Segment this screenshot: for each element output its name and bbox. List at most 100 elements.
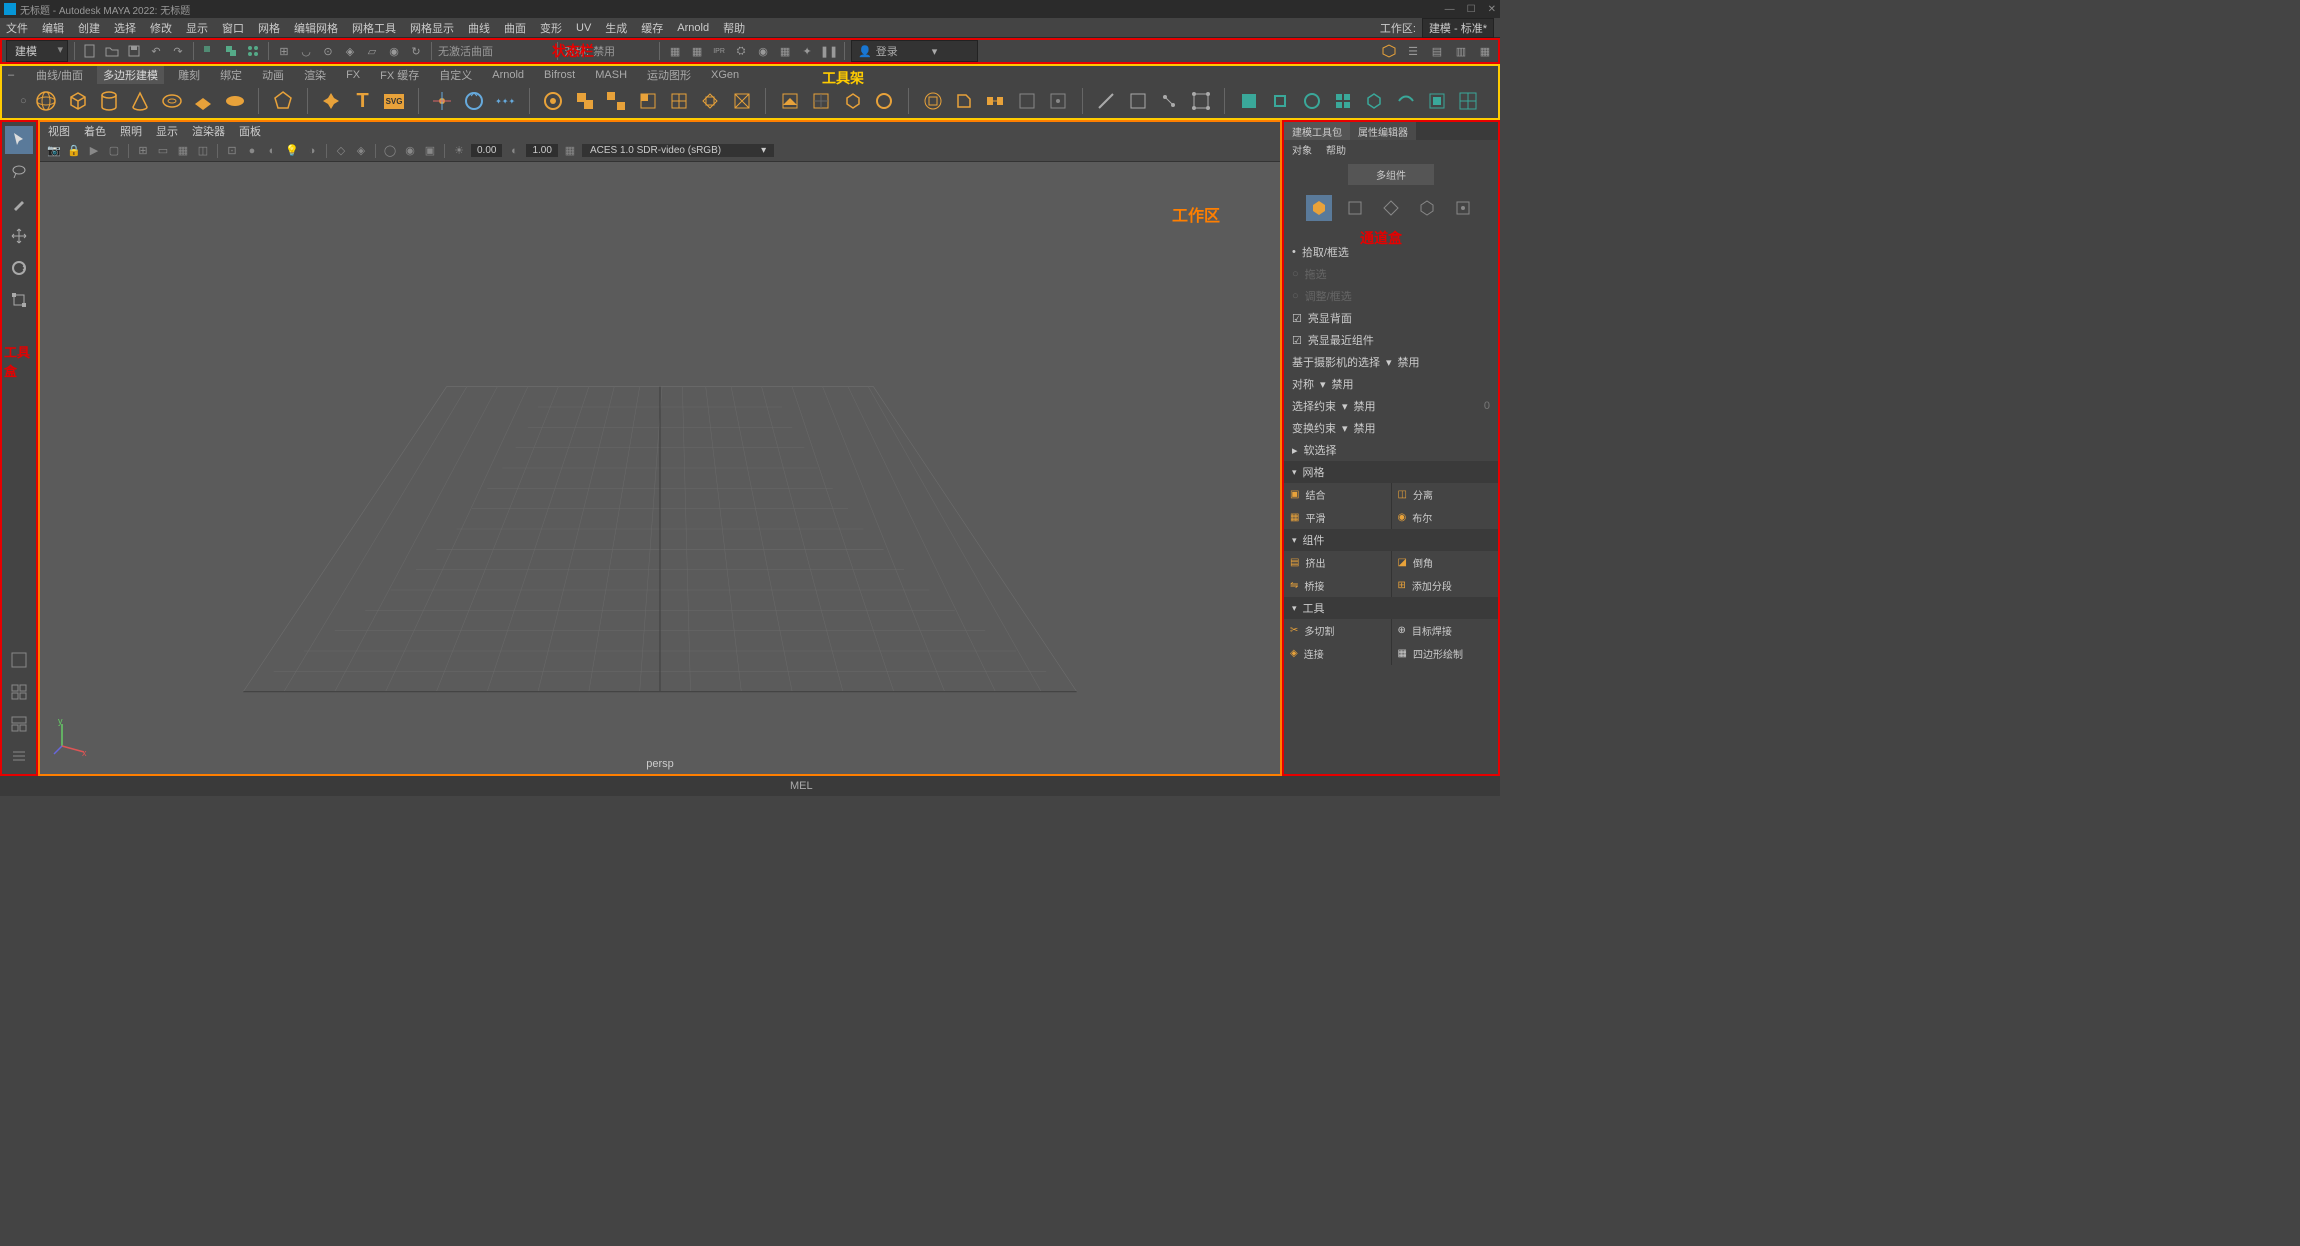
- poly-torus-icon[interactable]: [160, 89, 183, 113]
- new-scene-icon[interactable]: [81, 42, 99, 60]
- isolate-icon[interactable]: ◇: [333, 143, 349, 159]
- uv-auto-icon[interactable]: [1331, 89, 1354, 113]
- snap-live-icon[interactable]: ◉: [385, 42, 403, 60]
- quaddraw-button[interactable]: ▦四边形绘制: [1392, 642, 1499, 665]
- render-view-icon[interactable]: ◉: [754, 42, 772, 60]
- bridge-button[interactable]: ⇋桥接: [1284, 574, 1392, 597]
- scale-tool[interactable]: [5, 286, 33, 314]
- tab-attribute-editor[interactable]: 属性编辑器: [1350, 122, 1416, 140]
- menu-uv[interactable]: UV: [576, 22, 591, 34]
- poly-subdiv-proxy-icon[interactable]: [810, 89, 833, 113]
- poly-plane-icon[interactable]: [192, 89, 215, 113]
- poly-remesh-icon[interactable]: [699, 89, 722, 113]
- exposure-icon[interactable]: ☀: [451, 143, 467, 159]
- outliner-toggle-icon[interactable]: [5, 742, 33, 770]
- shelf-tab-custom[interactable]: 自定义: [433, 66, 478, 84]
- uv-unfold-icon[interactable]: [1394, 89, 1417, 113]
- menu-generate[interactable]: 生成: [605, 20, 627, 36]
- gate-mask-icon[interactable]: ▦: [175, 143, 191, 159]
- uv-contour-icon[interactable]: [1363, 89, 1386, 113]
- aa-icon[interactable]: ▣: [422, 143, 438, 159]
- shelf-menu-icon[interactable]: ○: [20, 95, 27, 107]
- layout-custom-icon[interactable]: [5, 710, 33, 738]
- shelf-tab-poly[interactable]: 多边形建模: [97, 66, 164, 84]
- connect-button[interactable]: ◈连接: [1284, 642, 1392, 665]
- shelf-tab-arnold[interactable]: Arnold: [486, 68, 530, 82]
- camera-based-select[interactable]: 基于摄影机的选择▾禁用: [1284, 351, 1498, 373]
- panel-menu-show[interactable]: 显示: [156, 123, 178, 139]
- toggle-tool-icon[interactable]: ▥: [1452, 42, 1470, 60]
- panel-menu-shading[interactable]: 着色: [84, 123, 106, 139]
- toggle-hud-icon[interactable]: ☰: [1404, 42, 1422, 60]
- drag-radio[interactable]: ○拖选: [1284, 263, 1498, 285]
- menu-file[interactable]: 文件: [6, 20, 28, 36]
- poly-smooth-icon[interactable]: [778, 89, 801, 113]
- poly-pivot-icon[interactable]: [431, 89, 454, 113]
- camera-lock-icon[interactable]: 🔒: [66, 143, 82, 159]
- render-region-icon[interactable]: ▦: [688, 42, 706, 60]
- menu-edit[interactable]: 编辑: [42, 20, 64, 36]
- lasso-tool[interactable]: [5, 158, 33, 186]
- exposure-value[interactable]: 0.00: [471, 144, 502, 157]
- light-icon[interactable]: ✦: [798, 42, 816, 60]
- select-hierarchy-icon[interactable]: [200, 42, 218, 60]
- toggle-modeling-icon[interactable]: [1380, 42, 1398, 60]
- menu-edit-mesh[interactable]: 编辑网格: [294, 20, 338, 36]
- tools-section[interactable]: 工具: [1284, 597, 1498, 619]
- textured-icon[interactable]: ◐: [264, 143, 280, 159]
- shaded-icon[interactable]: ●: [244, 143, 260, 159]
- tweak-radio[interactable]: ○调整/框选: [1284, 285, 1498, 307]
- maximize-icon[interactable]: ☐: [1467, 4, 1476, 15]
- sel-constraint-dropdown[interactable]: 选择约束▾禁用0: [1284, 395, 1498, 417]
- poly-extrude-icon[interactable]: [921, 89, 944, 113]
- snap-toggle-icon[interactable]: ↻: [407, 42, 425, 60]
- menu-mesh[interactable]: 网格: [258, 20, 280, 36]
- poly-mirror-icon[interactable]: [542, 89, 565, 113]
- poly-connect-icon[interactable]: [1157, 89, 1180, 113]
- object-mode-icon[interactable]: [1306, 195, 1332, 221]
- viewport[interactable]: 工作区: [40, 162, 1280, 774]
- workspace-dropdown[interactable]: 建模 - 标准*: [1422, 18, 1494, 38]
- poly-targetweld-icon[interactable]: [1126, 89, 1149, 113]
- poly-sweep-icon[interactable]: [462, 89, 485, 113]
- menu-mesh-display[interactable]: 网格显示: [410, 20, 454, 36]
- shelf-tab-mash[interactable]: MASH: [589, 68, 633, 82]
- menu-cache[interactable]: 缓存: [641, 20, 663, 36]
- rotate-tool[interactable]: [5, 254, 33, 282]
- poly-bevel-icon[interactable]: [952, 89, 975, 113]
- select-object-icon[interactable]: [222, 42, 240, 60]
- symmetry-dropdown[interactable]: 对称▾禁用: [1284, 373, 1498, 395]
- uv-planar-icon[interactable]: [1237, 89, 1260, 113]
- menu-mesh-tools[interactable]: 网格工具: [352, 20, 396, 36]
- shelf-tab-anim[interactable]: 动画: [256, 66, 290, 84]
- login-dropdown[interactable]: 👤 登录 ▾: [851, 40, 978, 62]
- snap-proj-icon[interactable]: ◈: [341, 42, 359, 60]
- poly-multicut-icon[interactable]: [1095, 89, 1118, 113]
- redo-icon[interactable]: ↷: [169, 42, 187, 60]
- toggle-attr-icon[interactable]: ▤: [1428, 42, 1446, 60]
- poly-quaddraw-icon[interactable]: [1189, 89, 1212, 113]
- poly-collapse-icon[interactable]: [1046, 89, 1069, 113]
- symmetry-value[interactable]: 禁用: [593, 43, 615, 59]
- bevel-button[interactable]: ◪倒角: [1392, 551, 1499, 574]
- rp-sub-object[interactable]: 对象: [1292, 142, 1312, 156]
- panel-menu-renderer[interactable]: 渲染器: [192, 123, 225, 139]
- poly-reduce-icon[interactable]: [667, 89, 690, 113]
- poly-retopo-icon[interactable]: [730, 89, 753, 113]
- render-settings-icon[interactable]: ⛭: [732, 42, 750, 60]
- shelf-tab-xgen[interactable]: XGen: [705, 68, 745, 82]
- poly-sphere-icon[interactable]: [35, 89, 58, 113]
- poly-sculpt-icon[interactable]: [873, 89, 896, 113]
- xform-constraint-dropdown[interactable]: 变换约束▾禁用: [1284, 417, 1498, 439]
- smooth-button[interactable]: ▦平滑: [1284, 506, 1392, 529]
- poly-cube-icon[interactable]: [66, 89, 89, 113]
- snap-point-icon[interactable]: ⊙: [319, 42, 337, 60]
- panel-menu-lighting[interactable]: 照明: [120, 123, 142, 139]
- uv-spherical-icon[interactable]: [1300, 89, 1323, 113]
- poly-disc-icon[interactable]: [223, 89, 246, 113]
- imageplane-icon[interactable]: ▢: [106, 143, 122, 159]
- extrude-button[interactable]: ▤挤出: [1284, 551, 1392, 574]
- minimize-icon[interactable]: —: [1445, 4, 1455, 15]
- shelf-tab-rig[interactable]: 绑定: [214, 66, 248, 84]
- open-scene-icon[interactable]: [103, 42, 121, 60]
